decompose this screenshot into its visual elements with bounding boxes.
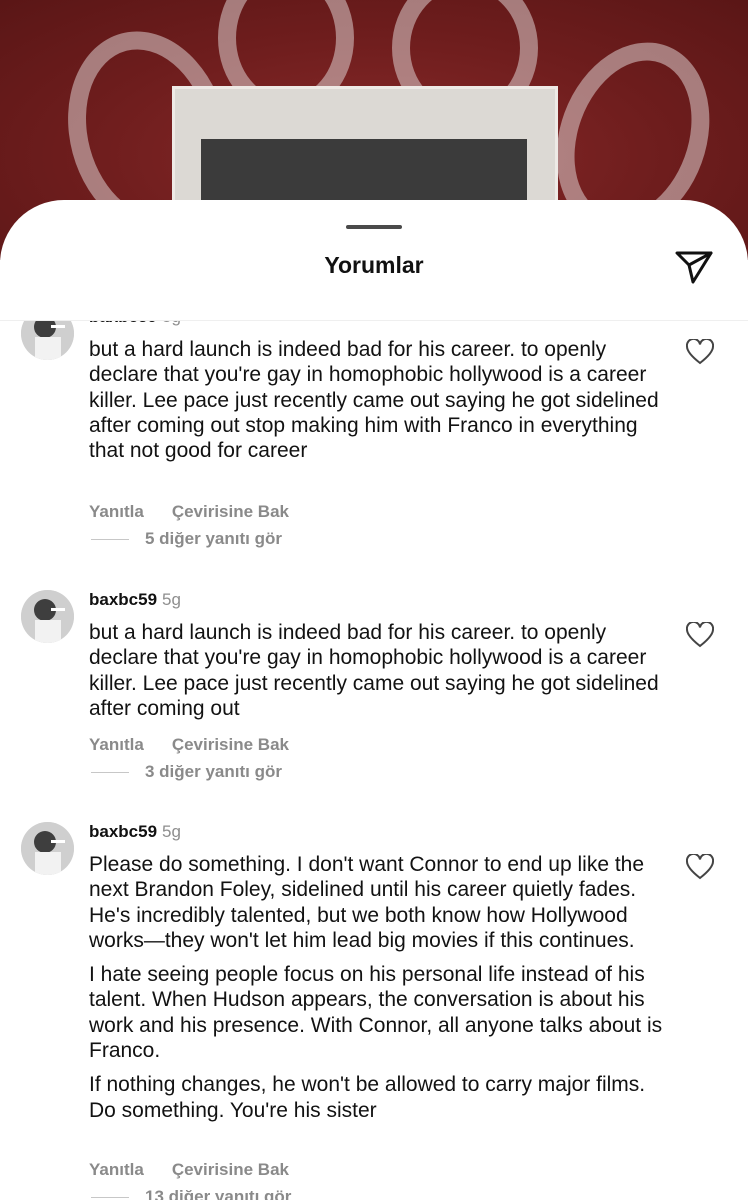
sheet-title: Yorumlar: [324, 252, 424, 278]
send-icon[interactable]: [672, 244, 716, 288]
replies-line: [91, 771, 129, 773]
view-replies-label: 5 diğer yanıtı gör: [145, 529, 282, 548]
comment-meta: baxbc59 5g: [89, 321, 181, 327]
heart-outline-icon[interactable]: [686, 622, 714, 648]
reply-button[interactable]: Yanıtla: [89, 502, 144, 521]
view-replies-button[interactable]: 3 diğer yanıtı gör: [91, 762, 282, 782]
see-translation-button[interactable]: Çevirisine Bak: [172, 735, 289, 754]
comment-time: 5g: [162, 590, 181, 609]
comment-text: but a hard launch is indeed bad for his …: [89, 337, 669, 472]
view-replies-label: 3 diğer yanıtı gör: [145, 762, 282, 781]
comments-sheet: Yorumlar baxbc59 5g: [0, 200, 748, 1200]
comment-paragraph: but a hard launch is indeed bad for his …: [89, 338, 659, 463]
reply-button[interactable]: Yanıtla: [89, 735, 144, 754]
see-translation-button[interactable]: Çevirisine Bak: [172, 1160, 289, 1179]
reply-button[interactable]: Yanıtla: [89, 1160, 144, 1179]
comment-actions: Yanıtla Çevirisine Bak: [89, 502, 289, 522]
comment-paragraph: Please do something. I don't want Connor…: [89, 853, 645, 952]
comment-username[interactable]: baxbc59: [89, 590, 157, 609]
avatar[interactable]: [21, 590, 74, 643]
comment-text: but a hard launch is indeed bad for his …: [89, 620, 669, 730]
drag-handle[interactable]: [346, 225, 402, 229]
comment-paragraph: but a hard launch is indeed bad for his …: [89, 621, 659, 720]
replies-line: [91, 538, 129, 540]
screen: Yorumlar baxbc59 5g: [0, 0, 748, 1200]
comment-username[interactable]: baxbc59: [89, 822, 157, 841]
avatar[interactable]: [21, 822, 74, 875]
comment-paragraph: I hate seeing people focus on his person…: [89, 963, 663, 1063]
heart-outline-icon[interactable]: [686, 854, 714, 880]
avatar[interactable]: [21, 321, 74, 360]
comments-list: baxbc59 5g but a hard launch is indeed ba…: [0, 321, 748, 1200]
comment-time: 5g: [162, 822, 181, 841]
see-translation-button[interactable]: Çevirisine Bak: [172, 502, 289, 521]
comment-meta: baxbc59 5g: [89, 590, 181, 610]
comment-text: Please do something. I don't want Connor…: [89, 852, 669, 1132]
view-replies-label: 13 diğer yanıtı gör: [145, 1187, 292, 1200]
heart-outline-icon[interactable]: [686, 339, 714, 365]
comment-username[interactable]: baxbc59: [89, 321, 157, 326]
comment-meta: baxbc59 5g: [89, 822, 181, 842]
comment-actions: Yanıtla Çevirisine Bak: [89, 1160, 289, 1180]
view-replies-button[interactable]: 5 diğer yanıtı gör: [91, 529, 282, 549]
replies-line: [91, 1196, 129, 1198]
comment-actions: Yanıtla Çevirisine Bak: [89, 735, 289, 755]
comment-paragraph: If nothing changes, he won't be allowed …: [89, 1073, 646, 1122]
comment-time: 5g: [162, 321, 181, 326]
view-replies-button[interactable]: 13 diğer yanıtı gör: [91, 1187, 291, 1200]
